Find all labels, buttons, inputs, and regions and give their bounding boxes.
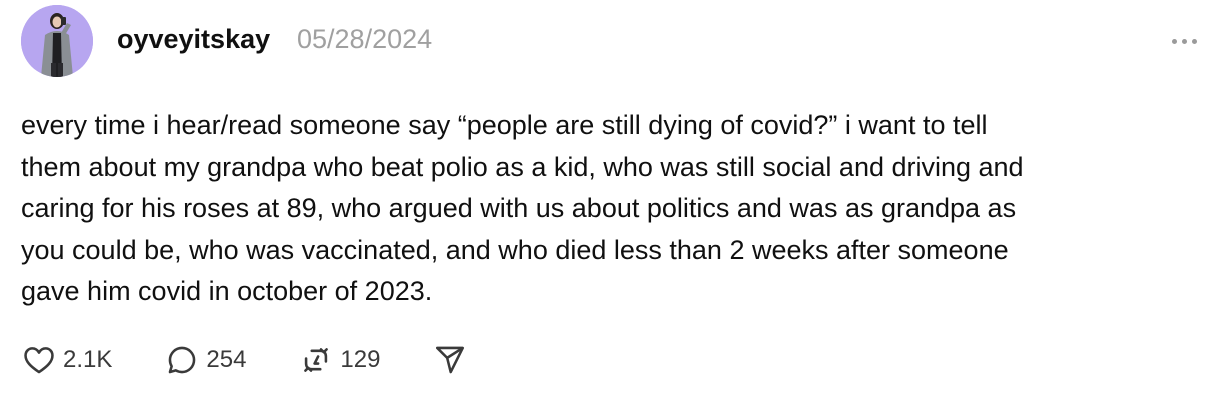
send-icon <box>432 342 468 378</box>
username-link[interactable]: oyveyitskay <box>117 24 270 55</box>
action-bar: 2.1K 254 129 <box>21 340 468 380</box>
repost-button[interactable]: 129 <box>298 340 380 380</box>
more-dots-icon <box>1171 38 1177 44</box>
post-text: every time i hear/read someone say “peop… <box>21 110 1024 306</box>
more-options-button[interactable] <box>1164 28 1204 54</box>
like-count: 2.1K <box>63 346 113 373</box>
avatar[interactable] <box>21 5 93 77</box>
reply-button[interactable]: 254 <box>164 340 246 380</box>
repost-count: 129 <box>340 346 381 373</box>
repost-icon <box>298 342 334 378</box>
share-button[interactable] <box>432 340 468 380</box>
reply-count: 254 <box>206 346 247 373</box>
avatar-photo <box>21 5 93 77</box>
speech-bubble-icon <box>164 342 200 378</box>
thread-post: oyveyitskay 05/28/2024 every time i hear… <box>0 0 1222 404</box>
heart-icon <box>21 342 57 378</box>
like-button[interactable]: 2.1K <box>21 340 112 380</box>
post-timestamp: 05/28/2024 <box>297 24 433 54</box>
